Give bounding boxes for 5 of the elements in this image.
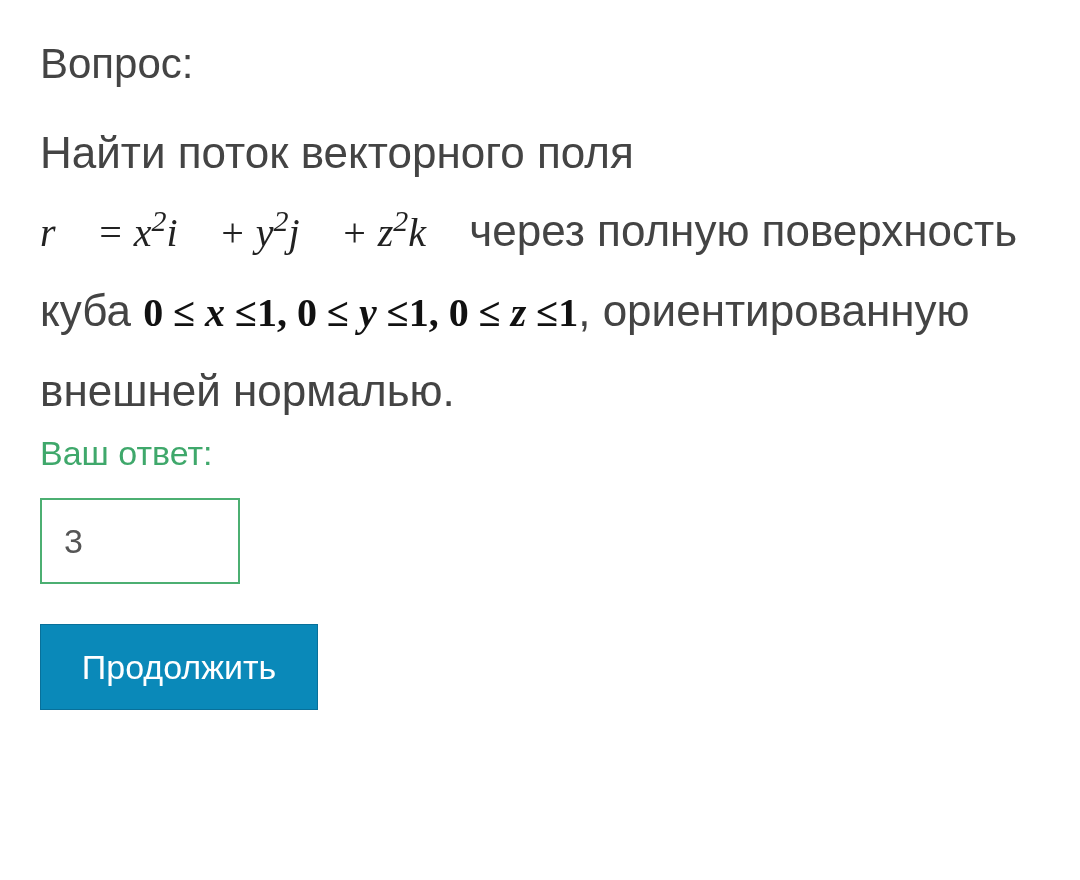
question-text: Найти поток векторного поля r⃗ = x$^{2}$i⃗ + y$^{2}$j⃗ + z$^{2}$k⃗ через полную поверхность куба 0 ≤ x ≤1, 0 ≤ y ≤1, 0 ≤ z ≤1, ориентированную внешней нормалью. — [40, 127, 1019, 417]
continue-button[interactable]: Продолжить — [40, 624, 318, 710]
answer-label: Ваш ответ: — [40, 433, 213, 474]
answer-field[interactable]: 3 — [40, 498, 240, 584]
question-heading: Вопрос: — [40, 39, 194, 89]
